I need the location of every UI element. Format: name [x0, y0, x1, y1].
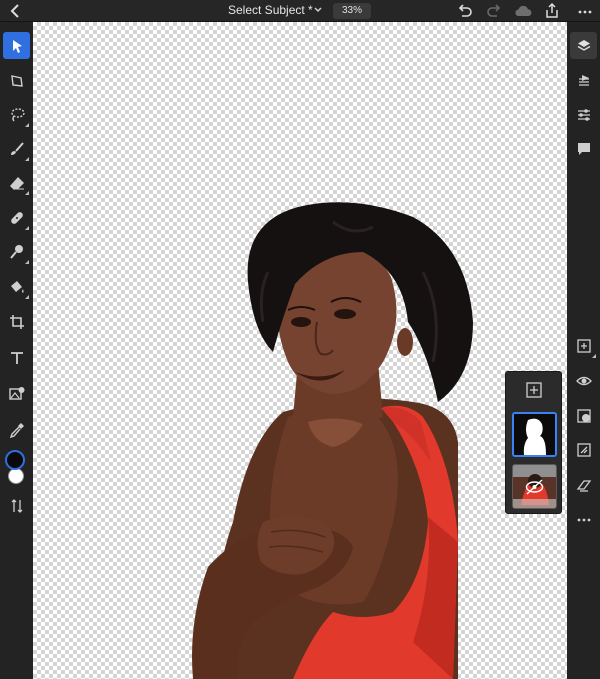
color-swatch-background[interactable] — [8, 468, 24, 484]
document-title[interactable]: Select Subject * — [228, 3, 313, 17]
comments-icon — [577, 142, 590, 155]
transform-tool[interactable] — [3, 67, 30, 94]
place-image-tool[interactable] — [3, 379, 30, 406]
layers-button[interactable] — [570, 32, 597, 59]
healing-tool-icon — [10, 211, 23, 224]
back-button[interactable] — [8, 2, 24, 20]
crop-tool-icon — [9, 314, 24, 329]
clone-stamp-tool[interactable] — [3, 238, 30, 265]
redo-icon[interactable] — [485, 2, 503, 20]
fill-tool-icon — [10, 280, 23, 293]
comments-button[interactable] — [570, 135, 597, 162]
mask-button[interactable] — [570, 402, 597, 429]
move-tool[interactable] — [3, 32, 30, 59]
eraser-tool-icon — [9, 176, 24, 189]
clipping-icon — [576, 442, 591, 457]
cloud-icon[interactable] — [512, 2, 534, 20]
share-icon[interactable] — [543, 2, 561, 20]
chevron-left-icon — [10, 4, 19, 18]
add-layer-icon — [576, 338, 591, 353]
more-horizontal-icon[interactable] — [576, 2, 594, 20]
color-swatch-foreground[interactable] — [5, 450, 25, 470]
subject-image — [192, 202, 473, 679]
fill-tool[interactable] — [3, 273, 30, 300]
layers-panel — [505, 371, 562, 514]
zoom-level[interactable]: 33% — [333, 3, 371, 19]
top-bar: Select Subject * 33% — [0, 0, 600, 22]
brush-tool[interactable] — [3, 135, 30, 162]
transform-tool-icon — [10, 74, 23, 87]
clipping-button[interactable] — [570, 436, 597, 463]
left-toolbar — [0, 22, 33, 679]
add-layer-button[interactable] — [570, 332, 597, 359]
visibility-button[interactable] — [570, 367, 597, 394]
brush-tool-icon — [10, 141, 24, 155]
fx-button[interactable] — [570, 471, 597, 498]
eraser-tool[interactable] — [3, 169, 30, 196]
layer-thumbnail-mask[interactable] — [512, 412, 557, 457]
lasso-tool-icon — [10, 107, 25, 121]
chevron-down-icon — [314, 7, 322, 13]
mask-thumbnail-image — [514, 414, 555, 455]
type-tool-icon — [10, 351, 23, 364]
adjustments-icon — [577, 108, 590, 121]
canvas[interactable] — [33, 22, 567, 679]
layer-properties-button[interactable] — [570, 66, 597, 93]
title-menu-button[interactable] — [313, 3, 323, 20]
swap-colors-icon — [11, 498, 22, 513]
adjustments-button[interactable] — [570, 101, 597, 128]
layer-thumbnail-photo[interactable] — [512, 464, 557, 509]
lasso-tool[interactable] — [3, 101, 30, 128]
add-layer-icon[interactable] — [524, 380, 544, 400]
place-image-icon — [8, 386, 24, 400]
clone-stamp-tool-icon — [9, 244, 23, 259]
eyedropper-tool[interactable] — [3, 416, 30, 443]
layer-properties-icon — [578, 74, 589, 86]
swap-colors-button[interactable] — [3, 492, 30, 519]
more-options-button[interactable] — [570, 506, 597, 533]
mask-icon — [576, 408, 591, 423]
layers-icon — [577, 39, 590, 51]
move-tool-icon — [12, 39, 22, 53]
right-toolbar — [567, 22, 600, 679]
more-vertical-icon — [577, 518, 590, 521]
type-tool[interactable] — [3, 344, 30, 371]
crop-tool[interactable] — [3, 308, 30, 335]
photo-thumbnail-image — [513, 465, 556, 508]
fx-icon — [576, 479, 591, 492]
eyedropper-icon — [9, 422, 24, 438]
healing-tool[interactable] — [3, 204, 30, 231]
undo-icon[interactable] — [456, 2, 474, 20]
visibility-icon — [575, 376, 592, 385]
